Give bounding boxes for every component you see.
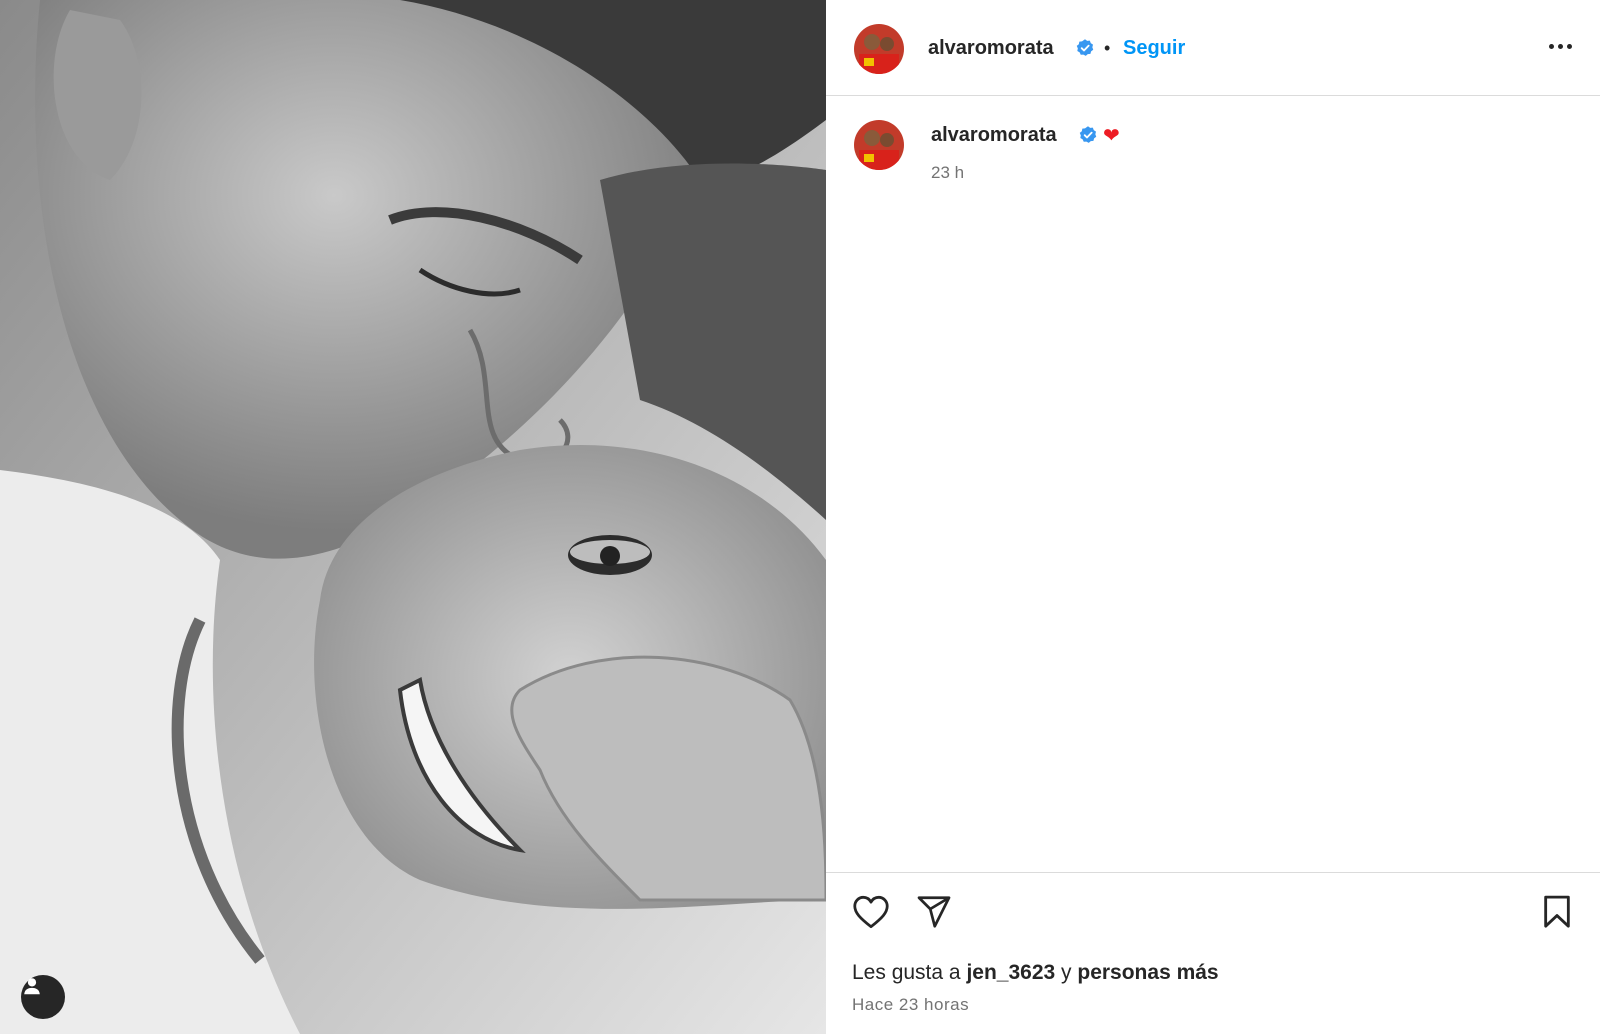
action-bar: Les gusta a jen_3623 y personas más Hace… [826,872,1600,1035]
caption-timestamp[interactable]: 23 h [931,163,964,183]
verified-badge-icon [1076,39,1094,56]
bookmark-icon[interactable] [1542,895,1572,929]
avatar[interactable] [854,24,904,74]
heart-icon[interactable] [852,895,890,929]
separator-dot: • [1104,38,1111,58]
more-options-icon[interactable] [1549,44,1572,49]
post-photo[interactable] [0,0,826,1034]
caption-avatar[interactable] [854,120,904,170]
post-side-panel: alvaromorata • Seguir alvaromorata ❤ 23 [826,0,1600,1034]
caption-text: ❤ [1103,125,1120,147]
post-timestamp[interactable]: Hace 23 horas [852,995,969,1015]
header-username[interactable]: alvaromorata [928,37,1054,60]
paper-plane-icon[interactable] [916,895,952,929]
likes-joiner: y [1061,961,1072,984]
post-header: alvaromorata • Seguir [826,0,1600,96]
caption-username[interactable]: alvaromorata [931,124,1057,147]
likes-others-link[interactable]: personas más [1077,961,1218,984]
user-tag-icon[interactable] [21,975,65,1019]
photo-image [0,0,826,1034]
likes-prefix: Les gusta a [852,961,961,984]
likes-summary: Les gusta a jen_3623 y personas más [852,961,1219,985]
likes-user-link[interactable]: jen_3623 [966,961,1055,984]
follow-button[interactable]: Seguir [1123,37,1185,60]
caption-verified-badge-icon [1079,126,1097,143]
